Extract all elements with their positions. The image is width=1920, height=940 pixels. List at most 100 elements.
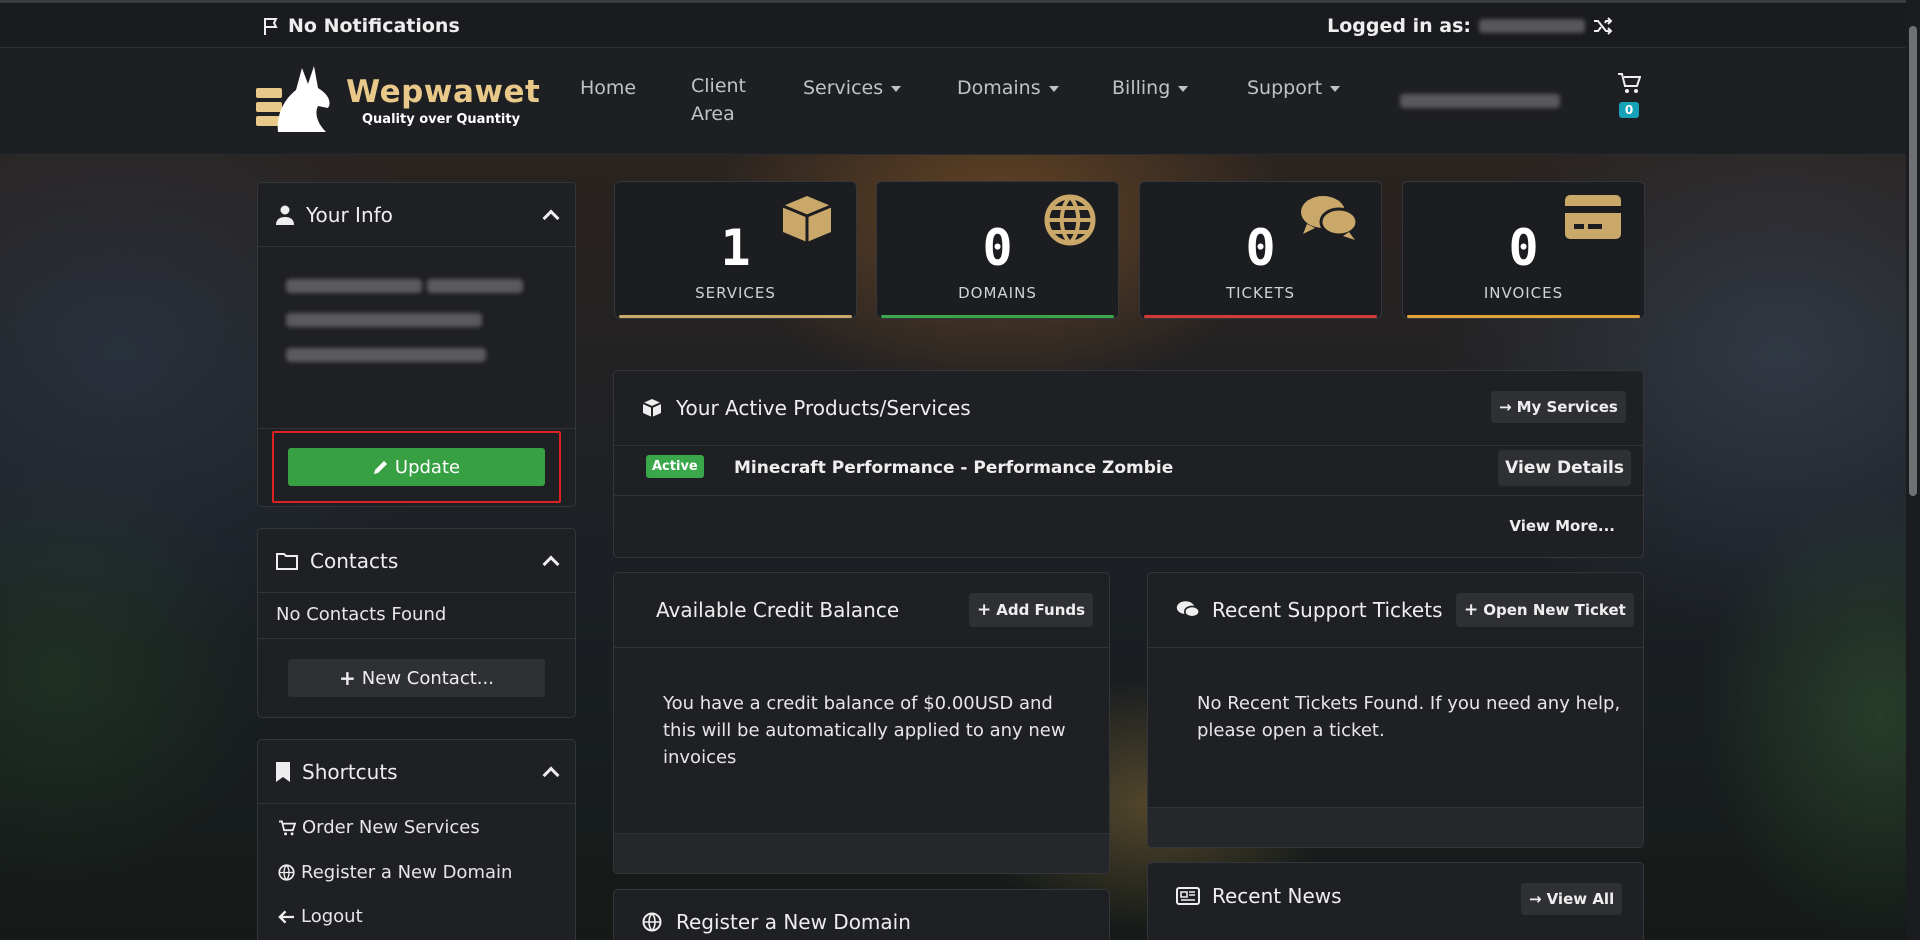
recent-news-panel: Recent News → View All	[1147, 862, 1644, 940]
account-name-redacted	[1400, 94, 1560, 108]
arrow-right-icon: →	[1529, 890, 1542, 908]
nav-client-area-line2: Area	[691, 103, 735, 125]
plus-icon: +	[1464, 600, 1479, 620]
stat-services[interactable]: 1 SERVICES	[614, 181, 857, 319]
nav-account-dropdown[interactable]	[1400, 88, 1560, 116]
status-badge: Active	[646, 455, 704, 478]
view-more-link[interactable]: View More...	[1509, 517, 1615, 535]
flag-icon	[264, 18, 278, 35]
new-contact-button[interactable]: + New Contact...	[288, 659, 545, 697]
active-products-title: Your Active Products/Services	[676, 396, 971, 420]
page-scrollbar[interactable]	[1906, 0, 1920, 940]
nav-services[interactable]: Services	[803, 74, 902, 102]
tickets-line: No Recent Tickets Found. If you need any…	[1197, 693, 1621, 714]
scrollbar-thumb[interactable]	[1909, 26, 1917, 496]
chevron-up-icon[interactable]	[542, 555, 560, 572]
open-new-ticket-label: Open New Ticket	[1483, 601, 1626, 619]
address-line-redacted	[427, 279, 524, 293]
shortcut-register-domain[interactable]: Register a New Domain	[278, 859, 512, 886]
credit-balance-panel: Available Credit Balance + Add Funds You…	[613, 572, 1110, 874]
box-icon	[642, 399, 662, 417]
credit-line: this will be automatically applied to an…	[663, 720, 1066, 741]
globe-icon	[642, 912, 662, 932]
nav-support[interactable]: Support	[1247, 74, 1341, 102]
shortcut-logout[interactable]: Logout	[278, 903, 363, 930]
cart-icon	[279, 820, 296, 835]
contacts-title: Contacts	[310, 548, 399, 573]
add-funds-button[interactable]: + Add Funds	[969, 593, 1094, 627]
your-info-panel: Your Info Update	[257, 182, 576, 507]
caret-down-icon	[1048, 85, 1059, 92]
chevron-up-icon[interactable]	[542, 766, 560, 783]
nav-client-area[interactable]: Client Area	[691, 72, 746, 128]
product-row[interactable]: Active Minecraft Performance - Performan…	[614, 446, 1643, 496]
credit-balance-title: Available Credit Balance	[656, 598, 900, 622]
shuffle-icon[interactable]	[1593, 17, 1613, 35]
open-new-ticket-button[interactable]: + Open New Ticket	[1456, 593, 1634, 627]
plus-icon: +	[339, 666, 356, 690]
shortcut-label: Register a New Domain	[301, 862, 513, 883]
bookmark-icon	[276, 761, 290, 782]
recent-news-title: Recent News	[1212, 884, 1342, 908]
register-domain-header: Register a New Domain	[614, 890, 1109, 940]
shortcuts-header[interactable]: Shortcuts	[258, 740, 575, 804]
shortcuts-title: Shortcuts	[302, 759, 398, 784]
product-name: Minecraft Performance - Performance Zomb…	[734, 458, 1174, 478]
stat-label: SERVICES	[695, 284, 776, 302]
main-navbar: Wepwawet Quality over Quantity Home Clie…	[0, 48, 1906, 155]
stat-domains[interactable]: 0 DOMAINS	[876, 181, 1119, 319]
my-services-label: My Services	[1516, 398, 1618, 416]
cart-count-badge: 0	[1618, 102, 1640, 118]
stat-value: 0	[1508, 219, 1539, 277]
stat-accent-bar	[619, 315, 852, 318]
address-line-redacted	[286, 279, 422, 293]
brand-tagline: Quality over Quantity	[362, 111, 521, 127]
update-button[interactable]: Update	[288, 448, 545, 486]
nav-billing-label: Billing	[1112, 77, 1171, 99]
view-details-button[interactable]: View Details	[1498, 450, 1631, 486]
my-services-button[interactable]: → My Services	[1491, 391, 1626, 423]
cart-button[interactable]: 0	[1614, 72, 1644, 118]
brand-logo[interactable]: Wepwawet Quality over Quantity	[256, 62, 540, 138]
support-tickets-title: Recent Support Tickets	[1212, 598, 1443, 622]
stat-tickets[interactable]: 0 TICKETS	[1139, 181, 1382, 319]
register-domain-title: Register a New Domain	[676, 910, 911, 934]
credit-line: You have a credit balance of $0.00USD an…	[663, 693, 1053, 714]
caret-down-icon	[891, 85, 902, 92]
view-all-label: View All	[1546, 890, 1615, 908]
address-line-redacted	[286, 348, 486, 362]
logged-in-label: Logged in as:	[1327, 15, 1471, 37]
nav-billing[interactable]: Billing	[1112, 74, 1189, 102]
arrow-left-icon	[278, 909, 295, 924]
top-bar: No Notifications Logged in as:	[0, 0, 1906, 48]
chevron-up-icon[interactable]	[542, 209, 560, 226]
support-tickets-panel: Recent Support Tickets + Open New Ticket…	[1147, 572, 1644, 848]
stat-accent-bar	[1407, 315, 1640, 318]
add-funds-label: Add Funds	[996, 601, 1086, 619]
nav-client-area-line1: Client	[691, 75, 747, 97]
folder-icon	[276, 552, 298, 570]
caret-down-icon	[1178, 85, 1189, 92]
nav-home[interactable]: Home	[580, 74, 636, 102]
brand-name: Wepwawet	[346, 73, 541, 110]
caret-down-icon	[1330, 85, 1341, 92]
notifications-link[interactable]: No Notifications	[262, 15, 460, 37]
stat-value: 0	[982, 219, 1013, 277]
your-info-header[interactable]: Your Info	[258, 183, 575, 247]
user-icon	[276, 205, 294, 225]
contacts-header[interactable]: Contacts	[258, 529, 575, 593]
register-domain-panel: Register a New Domain	[613, 889, 1110, 940]
nav-domains-label: Domains	[957, 77, 1041, 99]
shortcut-order-services[interactable]: Order New Services	[278, 814, 480, 841]
wolf-logo-icon	[256, 66, 330, 132]
pencil-icon	[373, 461, 387, 474]
globe-icon	[278, 864, 295, 881]
stat-invoices[interactable]: 0 INVOICES	[1402, 181, 1645, 319]
shortcuts-panel: Shortcuts Order New Services Register a …	[257, 739, 576, 940]
support-tickets-footer	[1148, 807, 1643, 847]
stat-accent-bar	[1144, 315, 1377, 318]
view-all-news-button[interactable]: → View All	[1521, 883, 1623, 915]
your-info-title: Your Info	[306, 202, 393, 227]
cart-icon	[1618, 73, 1642, 93]
nav-domains[interactable]: Domains	[957, 74, 1059, 102]
